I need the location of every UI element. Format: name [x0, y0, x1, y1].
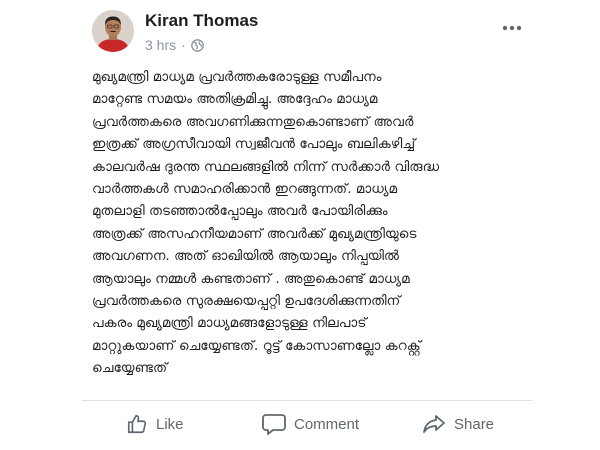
post-body: മുഖ്യമന്ത്രി മാധ്യമ പ്രവർത്തകരോടുള്ള സമീ… [92, 66, 522, 380]
post-body-line: മുതലാളി തടഞ്ഞാൽപ്പോലും അവർ പോയിരിക്കും [92, 203, 388, 220]
avatar[interactable] [92, 10, 134, 52]
post-meta: 3 hrs · [145, 37, 204, 53]
divider [82, 400, 532, 401]
comment-icon [262, 414, 286, 435]
comment-label: Comment [294, 415, 360, 433]
share-button[interactable]: Share [422, 406, 494, 442]
globe-icon[interactable] [190, 38, 204, 52]
facebook-post: Kiran Thomas 3 hrs · മുഖ്യമന്ത്രി മാധ്യമ… [0, 0, 600, 450]
post-body-line: പ്രവർത്തകരെ അവഗണിക്കുന്നതുകൊണ്ടാണ് അവർ [92, 113, 414, 130]
post-body-line: ഇത്രക്ക് അഗ്രസീവായി സ്വജീവൻ പോലും ബലികഴി… [92, 136, 416, 153]
post-actions: Like Comment Share [82, 406, 532, 442]
avatar-photo [92, 10, 134, 52]
like-label: Like [156, 415, 184, 433]
post-time[interactable]: 3 hrs [145, 37, 176, 53]
post-header: Kiran Thomas 3 hrs · [92, 10, 532, 60]
share-icon [423, 415, 445, 433]
share-label: Share [454, 415, 495, 433]
like-button[interactable]: Like [126, 406, 184, 442]
post-body-line: ചെയ്യേണ്ടത് [92, 360, 168, 377]
meta-separator: · [181, 37, 186, 53]
post-body-line: പ്രവർത്തകരെ സുരക്ഷയെപ്പറ്റി ഉപദേശിക്കുന്… [92, 293, 401, 310]
post-body-line: മുഖ്യമന്ത്രി മാധ്യമ പ്രവർത്തകരോടുള്ള സമീ… [92, 69, 382, 85]
author-name[interactable]: Kiran Thomas [145, 11, 258, 31]
thumbs-up-icon [127, 414, 147, 434]
post-body-line: വാർത്തകൾ സമാഹരിക്കാൻ ഇറങ്ങുന്നത്. മാധ്യമ [92, 181, 398, 198]
post-body-line: ആയാലും നമ്മൾ കണ്ടതാണ് . അതുകൊണ്ട് മാധ്യമ [92, 270, 410, 287]
post-body-line: പകരം മുഖ്യമന്ത്രി മാധ്യമങ്ങളോടുള്ള നിലപാ… [92, 315, 367, 332]
post-body-line: കാലവർഷ ദുരന്ത സ്ഥലങ്ങളിൽ നിന്ന് സർക്കാർ … [92, 158, 440, 175]
post-body-line: അത്രക്ക് അസഹനീയമാണ് അവർക്ക് മുഖ്യമന്ത്രി… [92, 225, 417, 242]
more-options-icon[interactable] [502, 16, 522, 32]
post-body-line: അവഗണന. അത് ഓഖിയിൽ ആയാലും നിപ്പയിൽ [92, 248, 400, 265]
post-body-line: മാറ്റുകയാണ് ചെയ്യേണ്ടത്. റൂട്ട് കോസാണല്ല… [92, 337, 421, 354]
post-body-line: മാറ്റേണ്ട സമയം അതിക്രമിച്ചു. അദ്ദേഹം മാധ… [92, 91, 378, 108]
comment-button[interactable]: Comment [262, 406, 359, 442]
